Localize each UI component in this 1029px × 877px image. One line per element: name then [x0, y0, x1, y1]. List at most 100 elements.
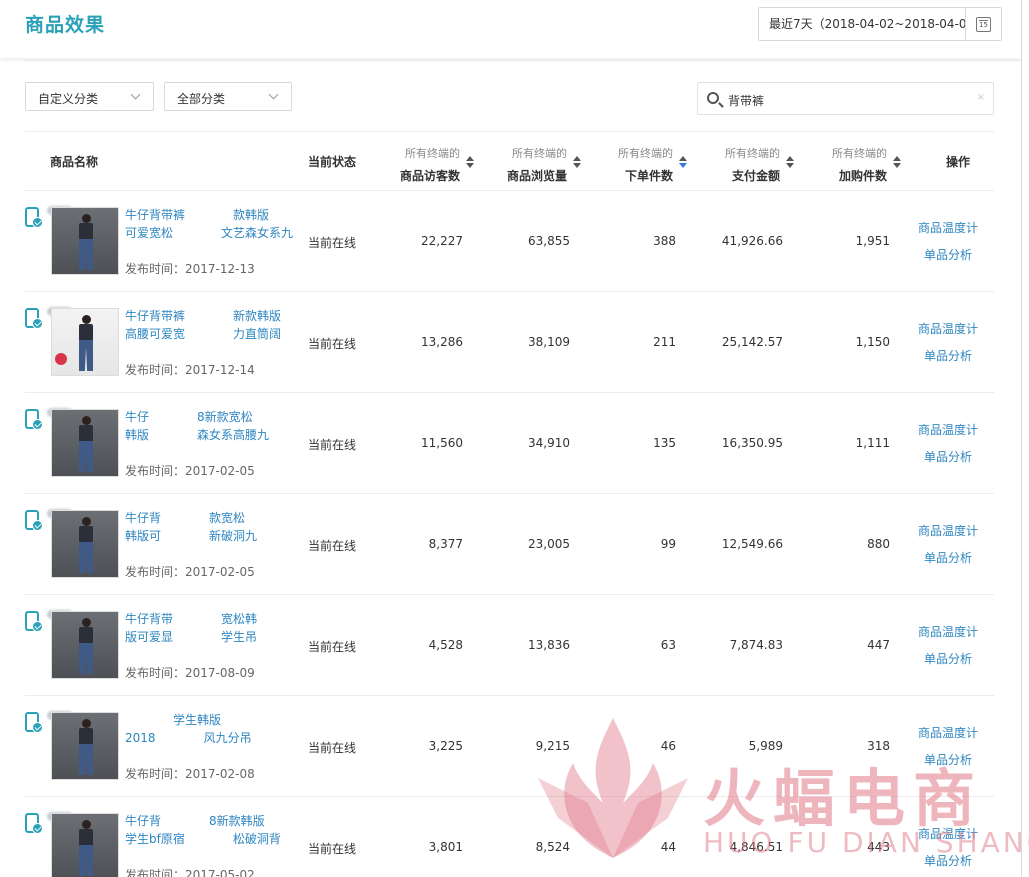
sort-active-icon[interactable] [679, 156, 688, 170]
table-row: 学生韩版 2018 风九分吊 发布时间：2017-02-08 当前在线 3,225 9,2… [25, 696, 994, 797]
cell-visitors: 3,801 [428, 840, 463, 854]
product-name-link[interactable]: 牛仔背 8新款韩版 学生bf原宿 松破洞背 [125, 812, 301, 848]
check-icon [32, 419, 43, 430]
date-range-text[interactable]: 最近7天（2018-04-02~2018-04-08） [759, 8, 965, 40]
calendar-icon[interactable]: 15 [976, 16, 991, 32]
cell-cart: 1,111 [855, 436, 890, 450]
analysis-link[interactable]: 单品分析 [903, 444, 993, 471]
row-actions: 商品温度计 单品分析 [903, 619, 993, 673]
cell-orders: 135 [653, 436, 676, 450]
cell-payment: 16,350.95 [721, 436, 783, 450]
temperature-link[interactable]: 商品温度计 [903, 720, 993, 747]
search-input[interactable]: 背带裤 × [697, 82, 994, 115]
header-payment[interactable]: 所有终端的 支付金额 [690, 145, 795, 184]
cell-views: 34,910 [528, 436, 570, 450]
header-action: 操作 [946, 155, 971, 169]
header-product-name: 商品名称 [50, 155, 99, 169]
header-visitors-prefix: 所有终端的 [405, 147, 460, 160]
row-actions: 商品温度计 单品分析 [903, 215, 993, 269]
cell-visitors: 4,528 [428, 638, 463, 652]
product-thumbnail[interactable] [51, 712, 119, 780]
row-actions: 商品温度计 单品分析 [903, 518, 993, 572]
cell-payment: 4,846.51 [729, 840, 783, 854]
product-name-link[interactable]: 学生韩版 2018 风九分吊 [125, 711, 301, 747]
cell-cart: 1,150 [855, 335, 890, 349]
check-icon [32, 520, 43, 531]
cell-payment: 25,142.57 [721, 335, 783, 349]
cell-cart: 447 [867, 638, 890, 652]
cell-views: 63,855 [528, 234, 570, 248]
table-row: 牛仔背带 宽松韩 版可爱显 学生吊 发布时间：2017-08-09 当前在线 4,528… [25, 595, 994, 696]
publish-date: 发布时间：2017-02-05 [125, 464, 255, 478]
analysis-link[interactable]: 单品分析 [903, 343, 993, 370]
analysis-link[interactable]: 单品分析 [903, 242, 993, 269]
sort-icon[interactable] [893, 156, 902, 170]
product-thumbnail[interactable] [51, 207, 119, 275]
cell-views: 8,524 [535, 840, 570, 854]
header-orders[interactable]: 所有终端的 下单件数 [583, 145, 688, 184]
product-status: 当前在线 [308, 842, 357, 856]
cell-cart: 1,951 [855, 234, 890, 248]
check-icon [32, 621, 43, 632]
product-name-link[interactable]: 牛仔背带裤 款韩版 可爱宽松 文艺森女系九 [125, 206, 301, 242]
product-thumbnail[interactable] [51, 611, 119, 679]
search-value[interactable]: 背带裤 [728, 92, 764, 109]
publish-date: 发布时间：2017-12-13 [125, 262, 255, 276]
temperature-link[interactable]: 商品温度计 [903, 518, 993, 545]
product-name-link[interactable]: 牛仔背带 宽松韩 版可爱显 学生吊 [125, 610, 301, 646]
product-name-link[interactable]: 牛仔背带裤 新款韩版 高腰可爱宽 力直筒阔 [125, 307, 301, 343]
temperature-link[interactable]: 商品温度计 [903, 215, 993, 242]
product-thumbnail[interactable] [51, 308, 119, 376]
analysis-link[interactable]: 单品分析 [903, 848, 993, 875]
cell-views: 9,215 [535, 739, 570, 753]
page-title: 商品效果 [25, 14, 106, 36]
check-icon [32, 318, 43, 329]
product-thumbnail[interactable] [51, 409, 119, 477]
row-actions: 商品温度计 单品分析 [903, 821, 993, 875]
clear-icon[interactable]: × [977, 92, 985, 103]
mobile-badge [25, 207, 43, 229]
cell-orders: 99 [660, 537, 676, 551]
mobile-badge [25, 409, 43, 431]
temperature-link[interactable]: 商品温度计 [903, 821, 993, 848]
sort-icon[interactable] [786, 156, 795, 170]
cell-visitors: 22,227 [421, 234, 463, 248]
table-body: 牛仔背带裤 款韩版 可爱宽松 文艺森女系九发布时间：2017-12-13 当前在线 2… [25, 191, 994, 877]
temperature-link[interactable]: 商品温度计 [903, 619, 993, 646]
header-cart[interactable]: 所有终端的 加购件数 [797, 145, 902, 184]
check-icon [32, 217, 43, 228]
sort-icon[interactable] [466, 156, 475, 170]
product-name-link[interactable]: 牛仔背 款宽松 韩版可 新破洞九 [125, 509, 301, 545]
check-icon [32, 823, 43, 834]
product-thumbnail[interactable] [51, 813, 119, 877]
row-actions: 商品温度计 单品分析 [903, 417, 993, 471]
chevron-down-icon [130, 89, 141, 100]
sort-icon[interactable] [573, 156, 582, 170]
header-visitors[interactable]: 所有终端的 商品访客数 [370, 145, 475, 184]
model-figure [76, 820, 96, 877]
all-category-select[interactable]: 全部分类 [164, 82, 292, 111]
analysis-link[interactable]: 单品分析 [903, 646, 993, 673]
header-cart-prefix: 所有终端的 [832, 147, 887, 160]
divider [25, 60, 1021, 61]
cell-orders: 211 [653, 335, 676, 349]
date-range-picker[interactable]: 最近7天（2018-04-02~2018-04-08） 15 [758, 7, 1002, 41]
product-thumbnail[interactable] [51, 510, 119, 578]
chevron-down-icon [268, 89, 279, 100]
table-row: 牛仔背 8新款韩版 学生bf原宿 松破洞背 发布时间：2017-05-02 当前在线 3… [25, 797, 994, 877]
analysis-link[interactable]: 单品分析 [903, 747, 993, 774]
header-status: 当前状态 [308, 155, 357, 169]
analysis-link[interactable]: 单品分析 [903, 545, 993, 572]
publish-date: 发布时间：2017-02-08 [125, 767, 255, 781]
temperature-link[interactable]: 商品温度计 [903, 316, 993, 343]
header-views[interactable]: 所有终端的 商品浏览量 [477, 145, 582, 184]
header-cart-label: 加购件数 [838, 169, 887, 183]
cell-visitors: 8,377 [428, 537, 463, 551]
header-orders-label: 下单件数 [624, 169, 673, 183]
temperature-link[interactable]: 商品温度计 [903, 417, 993, 444]
product-name-link[interactable]: 牛仔 8新款宽松 韩版 森女系高腰九 [125, 408, 301, 444]
model-figure [76, 517, 96, 575]
check-icon [32, 722, 43, 733]
calendar-button[interactable]: 15 [965, 8, 1001, 40]
custom-category-select[interactable]: 自定义分类 [25, 82, 154, 111]
